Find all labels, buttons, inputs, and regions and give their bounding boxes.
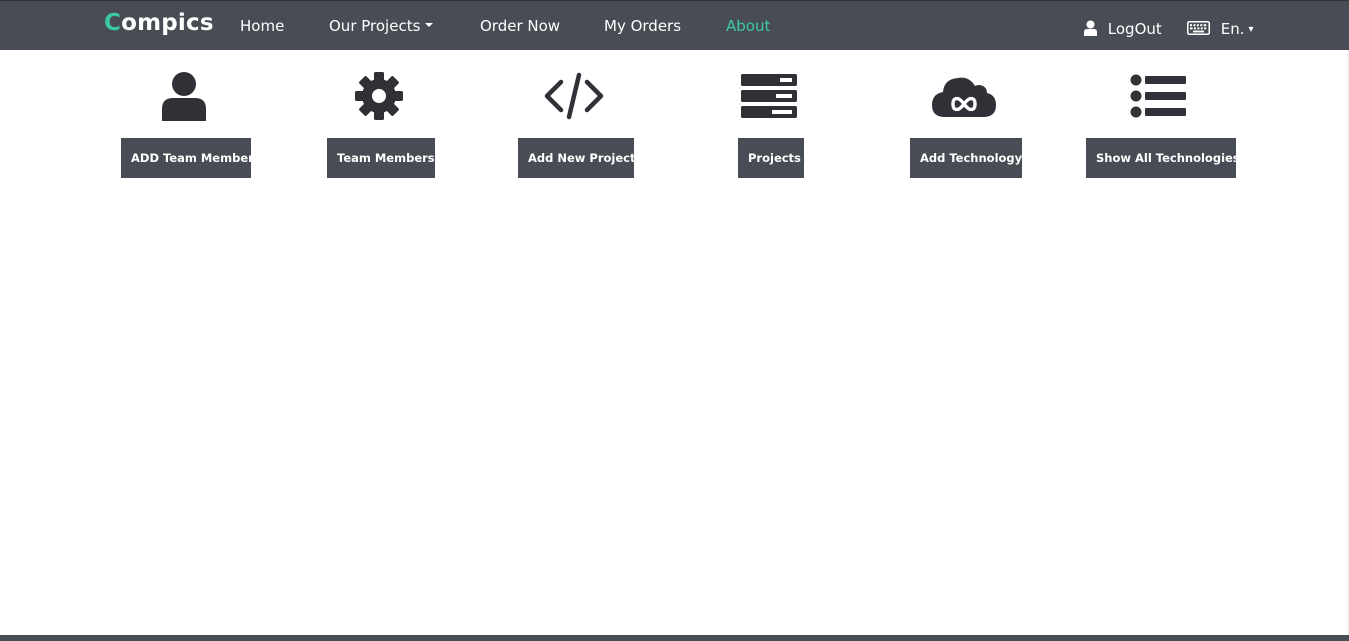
code-icon bbox=[534, 68, 614, 124]
nav-order-now[interactable]: Order Now bbox=[480, 17, 560, 35]
cloud-infinity-icon bbox=[924, 68, 1004, 124]
language-selector[interactable]: En. ▾ bbox=[1187, 20, 1254, 38]
logout-label: LogOut bbox=[1107, 20, 1162, 38]
nav-about[interactable]: About bbox=[726, 17, 770, 35]
gear-icon bbox=[339, 68, 419, 124]
nav-my-orders[interactable]: My Orders bbox=[604, 17, 681, 35]
add-team-member-button[interactable]: ADD Team Member bbox=[121, 138, 254, 178]
caret-down-icon: ▾ bbox=[1248, 24, 1254, 35]
logout-link[interactable]: LogOut bbox=[1083, 20, 1162, 38]
brand-logo[interactable]: Compics bbox=[104, 10, 214, 36]
navbar: Compics Home Our Projects Order Now My O… bbox=[0, 0, 1349, 50]
add-technology-button[interactable]: Add Technology bbox=[910, 138, 1022, 178]
keyboard-icon bbox=[1187, 20, 1210, 35]
list-icon bbox=[1119, 68, 1199, 124]
show-all-technologies-button[interactable]: Show All Technologies bbox=[1086, 138, 1240, 178]
user-icon bbox=[144, 68, 224, 124]
brand-rest: ompics bbox=[121, 10, 214, 36]
nav-our-projects-label: Our Projects bbox=[329, 17, 421, 35]
chevron-down-icon bbox=[425, 22, 434, 27]
add-new-project-button[interactable]: Add New Project bbox=[518, 138, 635, 178]
team-members-button[interactable]: Team Members bbox=[327, 138, 435, 178]
server-icon bbox=[729, 68, 809, 124]
user-small-icon bbox=[1084, 20, 1097, 36]
nav-our-projects[interactable]: Our Projects bbox=[329, 17, 434, 35]
footer-bar bbox=[0, 635, 1349, 641]
brand-first-letter: C bbox=[104, 10, 122, 36]
nav-home[interactable]: Home bbox=[240, 17, 284, 35]
language-label: En. bbox=[1220, 20, 1245, 38]
projects-button[interactable]: Projects bbox=[738, 138, 804, 178]
